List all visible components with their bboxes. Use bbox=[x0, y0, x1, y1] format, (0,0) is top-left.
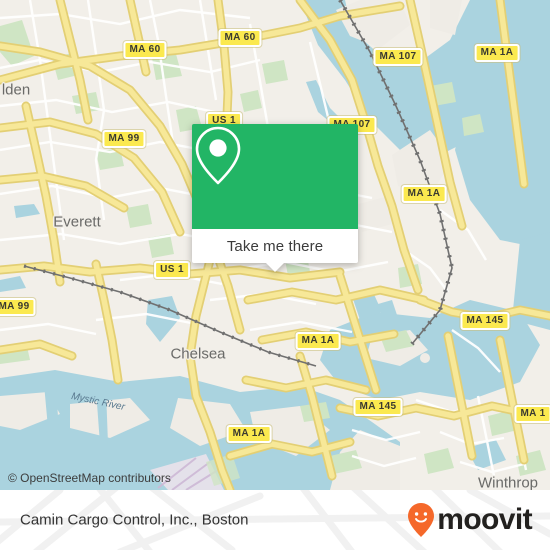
road-shield: MA 1A bbox=[295, 332, 341, 350]
take-me-there-label: Take me there bbox=[226, 237, 324, 255]
place-label: Chelsea bbox=[170, 345, 226, 363]
road-shield: MA 1 bbox=[514, 405, 550, 423]
footer-bar: Camin Cargo Control, Inc., Boston moovit bbox=[0, 490, 550, 550]
road-shield: MA 60 bbox=[123, 41, 167, 59]
map-screenshot: MA 60MA 60MA 107MA 1AMA 99US 1MA 107MA 1… bbox=[0, 0, 550, 550]
map-canvas[interactable]: MA 60MA 60MA 107MA 1AMA 99US 1MA 107MA 1… bbox=[0, 0, 550, 490]
place-label: Winthrop bbox=[477, 474, 539, 491]
road-shield: MA 145 bbox=[460, 312, 510, 330]
destination-callout-card[interactable]: Take me there bbox=[192, 124, 358, 272]
road-shield: MA 99 bbox=[102, 130, 146, 148]
road-shield: MA 145 bbox=[353, 398, 403, 416]
road-shield: MA 107 bbox=[373, 48, 423, 66]
road-shield: MA 1A bbox=[226, 425, 272, 443]
callout-pointer-tail bbox=[266, 263, 284, 272]
moovit-wordmark: moovit bbox=[437, 503, 532, 536]
road-shield: MA 60 bbox=[218, 29, 262, 47]
map-pin-icon bbox=[195, 126, 241, 185]
road-shield: MA 1A bbox=[401, 185, 447, 203]
take-me-there-button[interactable]: Take me there bbox=[192, 229, 358, 272]
road-shield: MA 1A bbox=[474, 44, 520, 62]
place-label: Everett bbox=[53, 213, 101, 231]
callout-card-header bbox=[192, 124, 358, 229]
place-label: lden bbox=[1, 81, 31, 99]
moovit-smiley-pin-icon bbox=[408, 503, 435, 537]
road-shield: MA 99 bbox=[0, 298, 36, 316]
road-shield: US 1 bbox=[154, 261, 190, 279]
location-title: Camin Cargo Control, Inc., Boston bbox=[20, 511, 249, 529]
moovit-logo[interactable]: moovit bbox=[406, 502, 533, 538]
osm-attribution[interactable]: © OpenStreetMap contributors bbox=[8, 471, 171, 485]
